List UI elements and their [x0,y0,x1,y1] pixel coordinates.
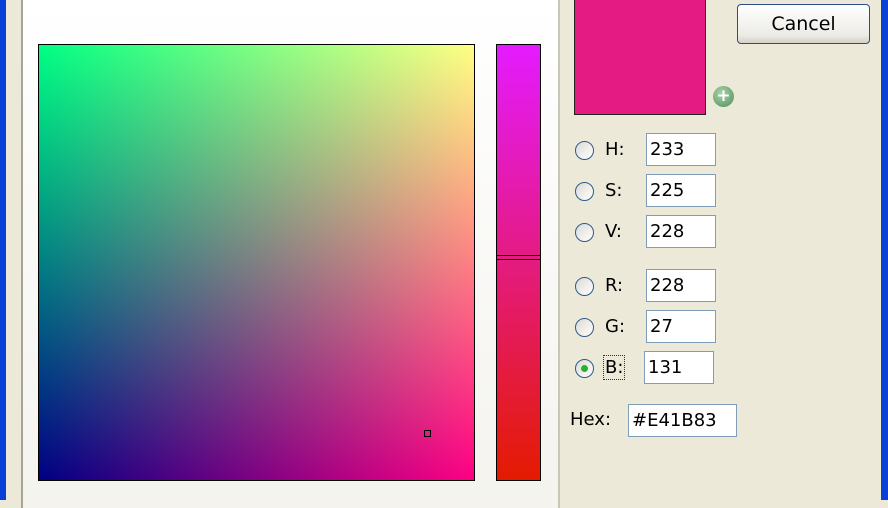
channel-slider-handle[interactable] [497,254,540,260]
current-color-swatch [574,0,706,115]
input-s[interactable]: 225 [646,174,716,207]
input-r[interactable]: 228 [646,269,716,302]
input-v[interactable]: 228 [646,215,716,248]
radio-h[interactable] [575,141,594,160]
radio-r[interactable] [575,277,594,296]
hex-label: Hex: [570,409,612,430]
radio-v[interactable] [575,223,594,242]
input-b[interactable]: 131 [644,351,714,384]
label-s: S: [605,180,623,201]
label-g: G: [605,316,626,337]
window-right-border [881,0,888,500]
input-h[interactable]: 233 [646,133,716,166]
label-b: B: [602,355,626,380]
input-g[interactable]: 27 [646,310,716,343]
channel-slider[interactable] [496,44,541,481]
label-r: R: [605,275,624,296]
label-v: V: [605,221,622,242]
cancel-button[interactable]: Cancel [737,4,870,44]
color-field[interactable] [38,44,475,481]
plus-circle-icon[interactable]: + [713,86,734,107]
color-field-marker[interactable] [423,429,431,437]
radio-s[interactable] [575,182,594,201]
window-left-border [0,0,6,500]
radio-g[interactable] [575,318,594,337]
label-h: H: [605,139,625,160]
cancel-label: Cancel [771,13,836,35]
radio-b[interactable] [575,359,594,378]
hex-input[interactable]: #E41B83 [628,404,737,437]
